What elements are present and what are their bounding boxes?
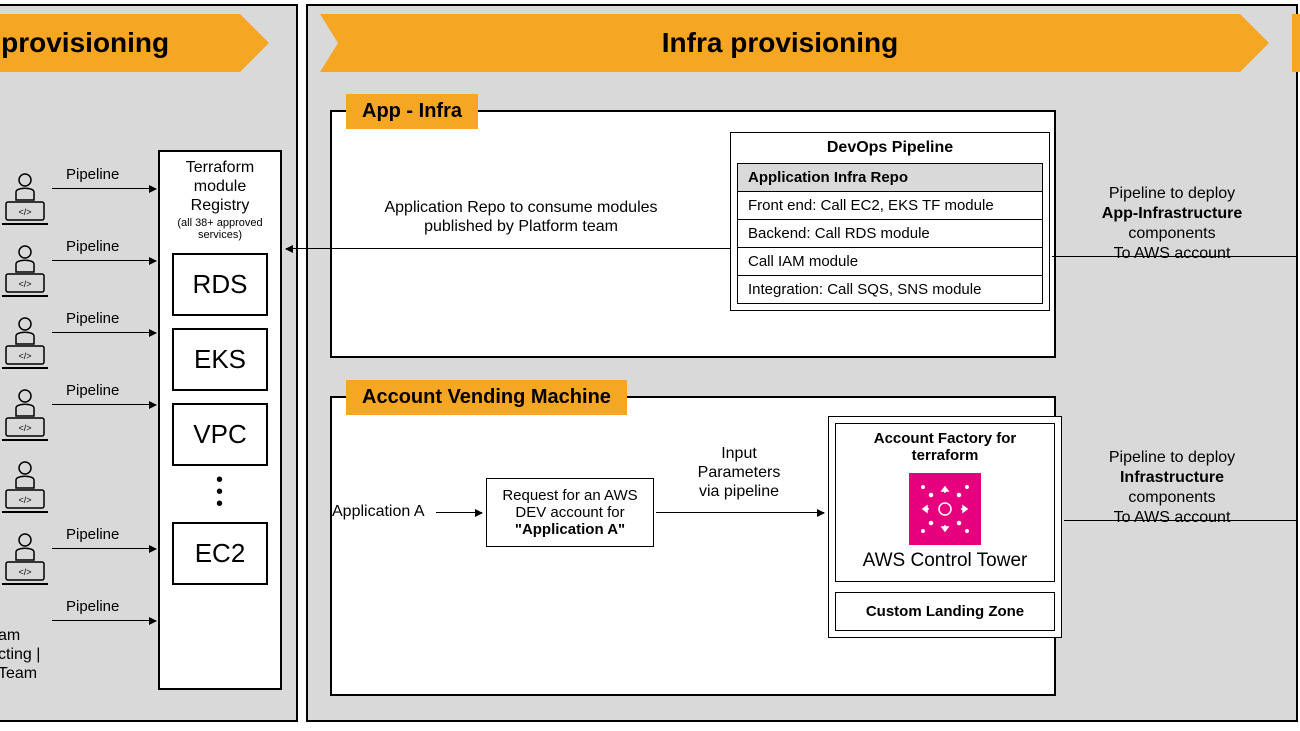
developer-icon: </> [2, 532, 48, 586]
infra-provisioning-banner: Infra provisioning [320, 14, 1240, 72]
account-factory-inner: Account Factory for terraform AWS Contro… [835, 423, 1055, 582]
arrow-repo-to-registry [286, 248, 730, 249]
app-infra-deploy-text: Pipeline to deployApp-Infrastructurecomp… [1078, 184, 1266, 264]
developer-icon: </> [2, 388, 48, 442]
developer-icon: </> [2, 172, 48, 226]
module-ec2: EC2 [172, 522, 268, 585]
pipeline-arrow [52, 620, 156, 621]
svg-text:</>: </> [18, 351, 31, 361]
pipeline-arrow [52, 332, 156, 333]
user-icon-column: </> </> </> </> </> </> [2, 172, 52, 604]
app-repo-text: Application Repo to consume modules publ… [356, 198, 686, 236]
team-label: amcting |Team [0, 626, 58, 684]
developer-icon: </> [2, 460, 48, 514]
devops-title: DevOps Pipeline [731, 133, 1049, 163]
svg-text:</>: </> [18, 279, 31, 289]
control-tower-label: AWS Control Tower [840, 551, 1050, 572]
module-rds: RDS [172, 253, 268, 316]
pipeline-arrow [52, 260, 156, 261]
pipeline-arrow [52, 188, 156, 189]
devops-row: Backend: Call RDS module [738, 219, 1042, 247]
svg-text:</>: </> [18, 207, 31, 217]
devops-row: Front end: Call EC2, EKS TF module [738, 192, 1042, 219]
module-provisioning-banner: le provisioning [0, 14, 240, 72]
application-a-label: Application A [332, 502, 442, 521]
pipeline-label: Pipeline [66, 598, 119, 615]
svg-text:</>: </> [18, 567, 31, 577]
control-tower-icon [909, 473, 981, 545]
devops-row: Integration: Call SQS, SNS module [738, 275, 1042, 303]
pipeline-label: Pipeline [66, 166, 119, 183]
banner-label: Infra provisioning [662, 27, 898, 59]
pipeline-label: Pipeline [66, 310, 119, 327]
account-factory-title: Account Factory for terraform [840, 430, 1050, 465]
request-box: Request for an AWS DEV account for "Appl… [486, 478, 654, 547]
infra-deploy-text: Pipeline to deployInfrastructurecomponen… [1078, 448, 1266, 528]
registry-subtitle: (all 38+ approved services) [166, 217, 274, 241]
account-factory-box: Account Factory for terraform AWS Contro… [828, 416, 1062, 638]
input-params-label: InputParametersvia pipeline [684, 444, 794, 502]
devops-pipeline-box: DevOps Pipeline Application Infra Repo F… [730, 132, 1050, 311]
pipeline-label: Pipeline [66, 382, 119, 399]
developer-icon: </> [2, 244, 48, 298]
custom-landing-zone: Custom Landing Zone [835, 592, 1055, 631]
arrow-request-to-factory [656, 512, 824, 513]
svg-text:</>: </> [18, 495, 31, 505]
registry-title: Terraform module Registry [166, 158, 274, 216]
pipeline-label: Pipeline [66, 238, 119, 255]
arrow-app-to-request [436, 512, 482, 513]
devops-header: Application Infra Repo [737, 163, 1043, 192]
pipeline-label: Pipeline [66, 526, 119, 543]
banner-label: le provisioning [0, 27, 169, 59]
module-eks: EKS [172, 328, 268, 391]
pipeline-arrow [52, 404, 156, 405]
devops-rows: Front end: Call EC2, EKS TF module Backe… [737, 192, 1043, 304]
terraform-module-registry: Terraform module Registry (all 38+ appro… [158, 150, 282, 690]
pipeline-arrow [52, 548, 156, 549]
next-banner-edge [1292, 14, 1300, 72]
module-vpc: VPC [172, 403, 268, 466]
devops-row: Call IAM module [738, 247, 1042, 275]
ellipsis-icon: ••• [166, 474, 274, 510]
developer-icon: </> [2, 316, 48, 370]
app-infra-badge: App - Infra [346, 94, 478, 129]
svg-text:</>: </> [18, 423, 31, 433]
avm-badge: Account Vending Machine [346, 380, 627, 415]
